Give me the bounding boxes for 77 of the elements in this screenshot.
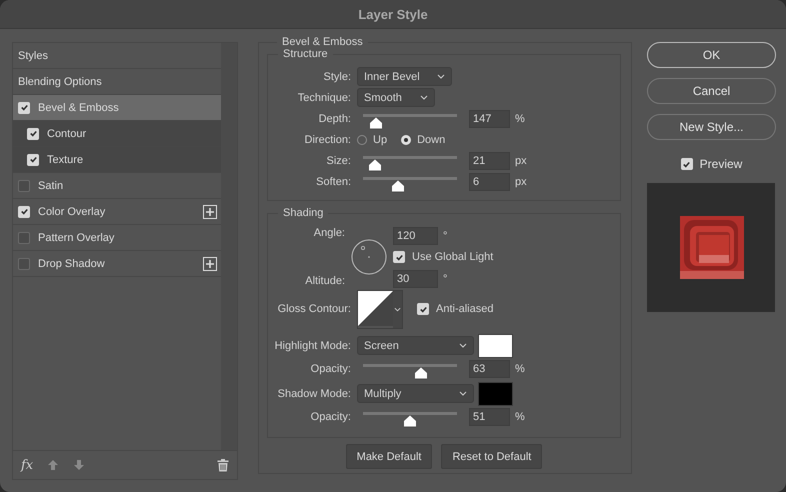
window-title: Layer Style bbox=[358, 6, 428, 22]
radio-option[interactable]: Down bbox=[401, 134, 446, 146]
slider-thumb[interactable] bbox=[414, 367, 428, 379]
field-label: Soften: bbox=[315, 176, 352, 188]
field-label: Shadow Mode: bbox=[276, 388, 352, 400]
field-label: Opacity: bbox=[310, 362, 352, 374]
chevron-icon bbox=[394, 306, 401, 312]
checkbox[interactable]: Anti-aliased bbox=[417, 303, 494, 315]
style-list-item[interactable]: Bevel & Emboss bbox=[13, 95, 221, 121]
contour-picker[interactable] bbox=[357, 290, 403, 328]
field-label: Opacity: bbox=[310, 410, 352, 422]
color-swatch[interactable] bbox=[478, 334, 513, 358]
panel-button[interactable]: Reset to Default bbox=[441, 444, 542, 469]
slider-thumb[interactable] bbox=[403, 415, 417, 427]
check-icon bbox=[682, 160, 692, 168]
field-label: Highlight Mode: bbox=[274, 340, 352, 352]
unit-label: % bbox=[515, 410, 525, 422]
field-label: Gloss Contour: bbox=[276, 303, 352, 315]
check-icon bbox=[418, 304, 428, 314]
trash-icon[interactable] bbox=[217, 458, 229, 472]
value-field[interactable]: 51 bbox=[469, 408, 510, 426]
check-icon bbox=[394, 252, 404, 262]
unit-label: px bbox=[515, 154, 527, 166]
group-title: Bevel & Emboss bbox=[281, 36, 364, 48]
value-field[interactable]: 6 bbox=[469, 172, 510, 190]
panel-button[interactable]: Make Default bbox=[346, 444, 432, 469]
slider-thumb[interactable] bbox=[368, 159, 382, 171]
slider-thumb[interactable] bbox=[390, 180, 405, 192]
chevron-icon bbox=[459, 391, 467, 396]
unit-label: px bbox=[515, 176, 527, 188]
color-swatch[interactable] bbox=[478, 382, 513, 406]
chevron-icon bbox=[437, 74, 445, 79]
check-icon bbox=[28, 129, 38, 138]
add-icon[interactable] bbox=[203, 256, 217, 270]
style-list-item[interactable]: Texture bbox=[13, 147, 221, 173]
angle-dial[interactable] bbox=[351, 239, 387, 275]
unit-label: % bbox=[515, 362, 525, 374]
dropdown[interactable]: Screen bbox=[357, 336, 474, 355]
value-field[interactable]: 21 bbox=[469, 152, 510, 170]
check-icon bbox=[20, 103, 28, 112]
value-field[interactable]: 120 bbox=[393, 226, 438, 244]
value-field[interactable]: 30 bbox=[393, 270, 438, 288]
field-label: Angle: bbox=[314, 227, 345, 239]
dialog-button[interactable]: Cancel bbox=[647, 78, 776, 104]
radio-option[interactable]: Up bbox=[357, 134, 388, 146]
chevron-icon bbox=[420, 95, 428, 100]
style-list-item[interactable]: Drop Shadow bbox=[13, 251, 221, 277]
dialog-button[interactable]: New Style... bbox=[647, 114, 776, 140]
style-list-item[interactable]: Contour bbox=[13, 121, 221, 147]
dialog-button[interactable]: OK bbox=[647, 42, 776, 68]
fx-button[interactable]: fx bbox=[21, 458, 34, 472]
field-label: Technique: bbox=[296, 92, 352, 104]
field-label: Size: bbox=[326, 154, 352, 166]
dropdown[interactable]: Inner Bevel bbox=[357, 67, 452, 86]
add-icon[interactable] bbox=[203, 204, 217, 218]
unit-label: ° bbox=[443, 272, 448, 284]
checkbox[interactable]: Use Global Light bbox=[393, 248, 494, 266]
field-label: Depth: bbox=[318, 112, 352, 124]
style-list-item[interactable]: Satin bbox=[13, 173, 221, 199]
style-list-item[interactable]: Pattern Overlay bbox=[13, 225, 221, 251]
field-label: Altitude: bbox=[305, 275, 345, 287]
check-icon bbox=[28, 155, 38, 164]
chevron-icon bbox=[459, 343, 467, 348]
slider-thumb[interactable] bbox=[369, 117, 384, 129]
value-field[interactable]: 63 bbox=[469, 360, 510, 378]
unit-label: % bbox=[515, 112, 525, 124]
field-label: Direction: bbox=[304, 134, 352, 146]
style-list-item[interactable]: Color Overlay bbox=[13, 199, 221, 225]
group-title: Structure bbox=[282, 48, 329, 60]
checkbox[interactable]: Preview bbox=[647, 157, 776, 171]
dropdown[interactable]: Smooth bbox=[357, 88, 435, 107]
group-title: Shading bbox=[282, 207, 324, 219]
check-icon bbox=[20, 207, 28, 216]
dropdown[interactable]: Multiply bbox=[357, 384, 474, 403]
unit-label: ° bbox=[443, 230, 448, 242]
value-field[interactable]: 147 bbox=[469, 110, 510, 128]
field-label: Style: bbox=[322, 70, 352, 82]
